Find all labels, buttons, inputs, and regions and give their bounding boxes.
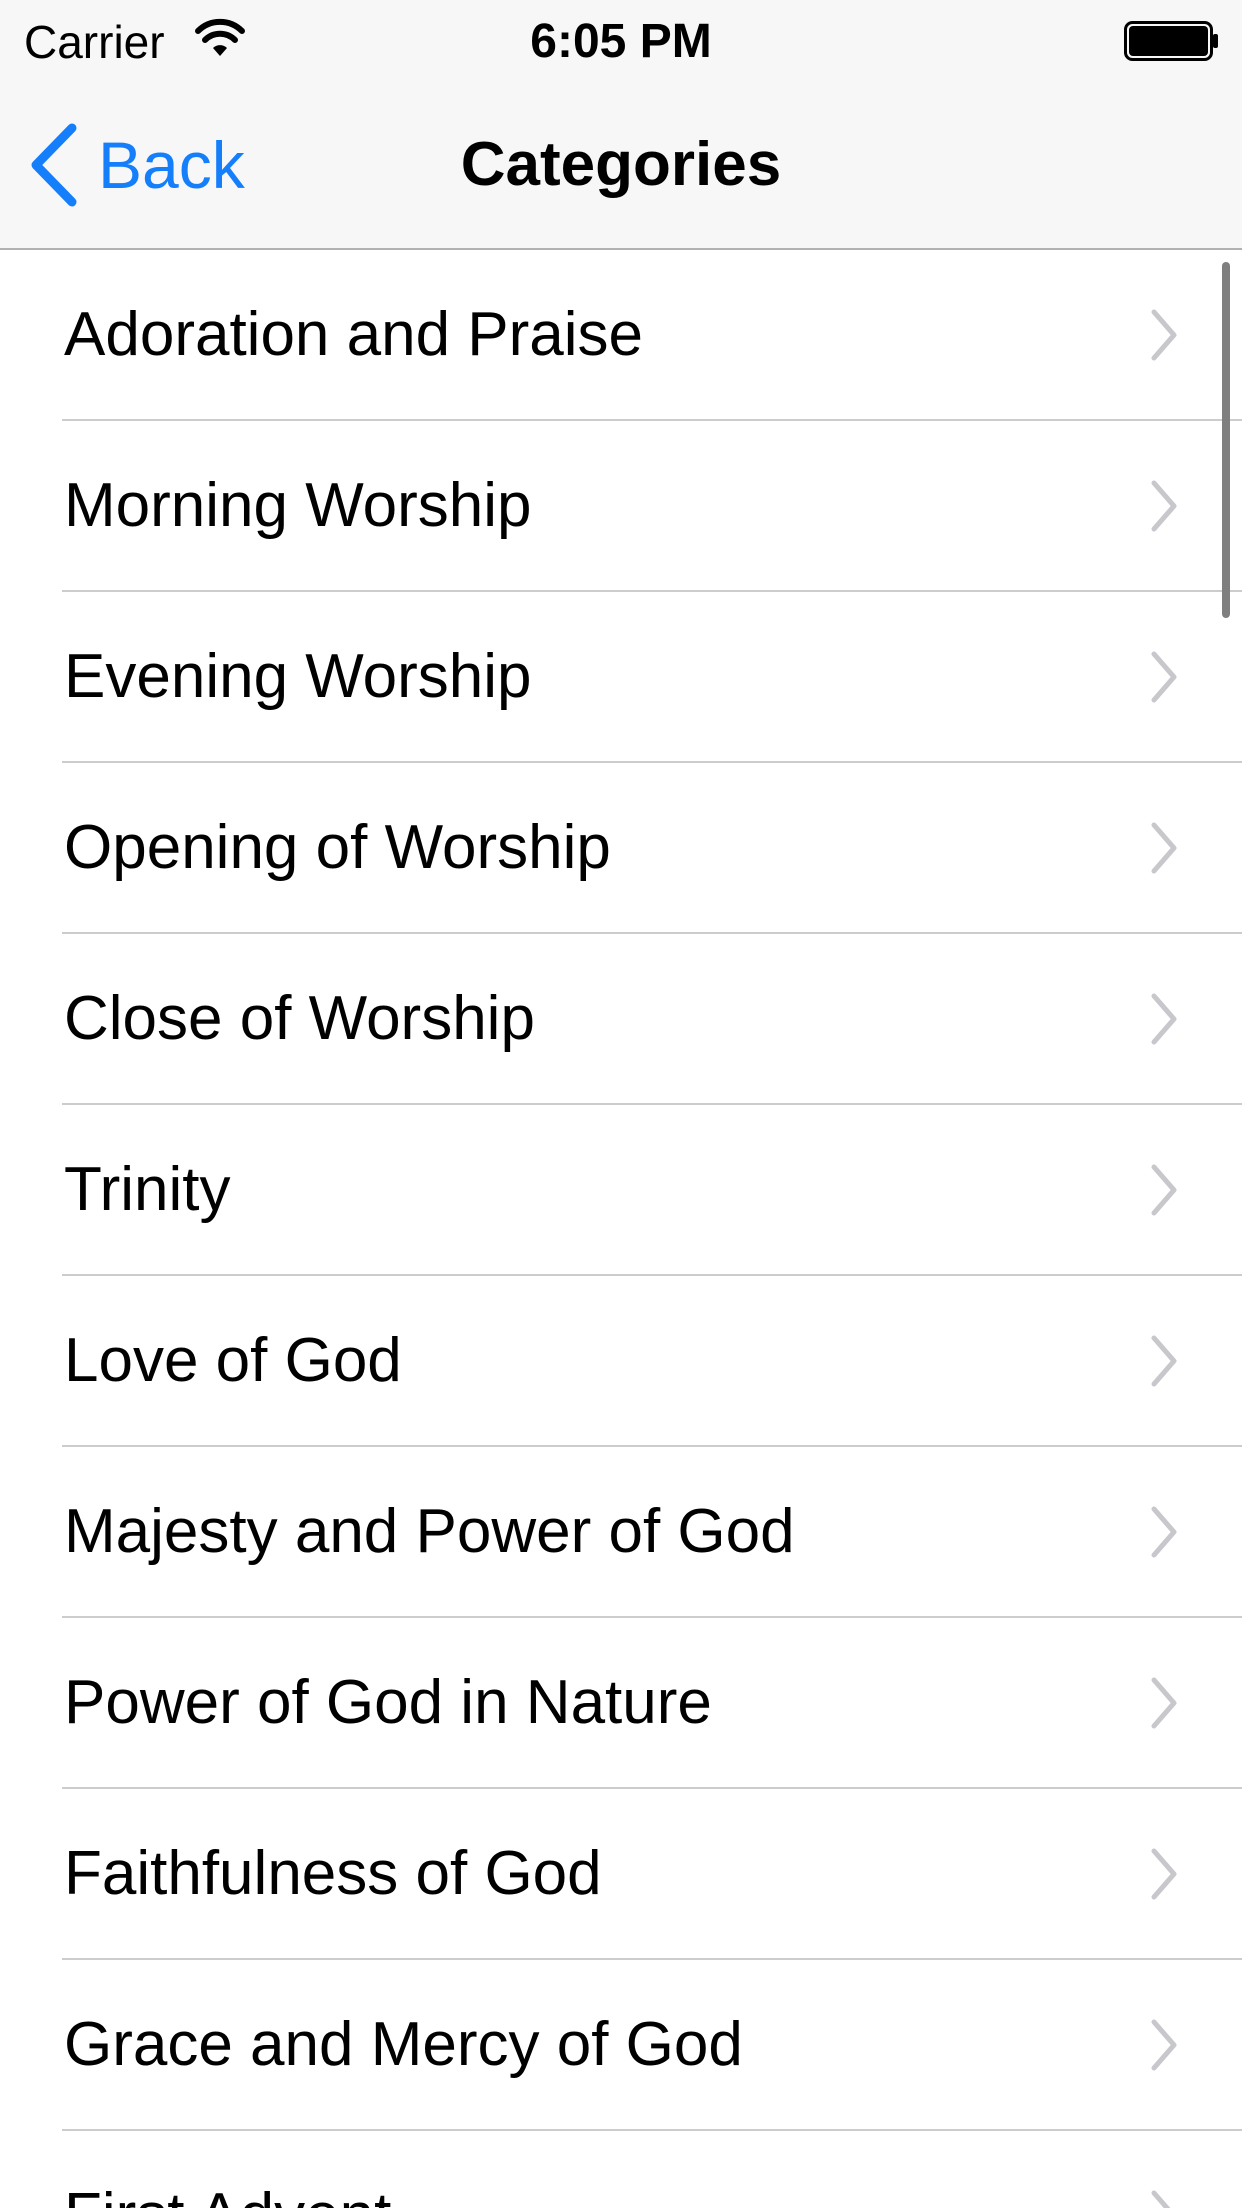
- list-item[interactable]: Morning Worship: [0, 421, 1242, 592]
- list-item-label: First Advent: [64, 2131, 391, 2208]
- list-item[interactable]: Faithfulness of God: [0, 1789, 1242, 1960]
- list-item[interactable]: Power of God in Nature: [0, 1618, 1242, 1789]
- chevron-right-icon: [1151, 1335, 1177, 1387]
- list-item[interactable]: Opening of Worship: [0, 763, 1242, 934]
- status-bar: Carrier 6:05 PM: [0, 0, 1242, 84]
- list-item-label: Close of Worship: [64, 984, 535, 1053]
- list-item[interactable]: First Advent: [0, 2131, 1242, 2208]
- chevron-right-icon: [1151, 993, 1177, 1045]
- list-item[interactable]: Trinity: [0, 1105, 1242, 1276]
- list-item-label: Evening Worship: [64, 642, 532, 711]
- list-item[interactable]: Grace and Mercy of God: [0, 1960, 1242, 2131]
- chevron-right-icon: [1151, 1848, 1177, 1900]
- chevron-right-icon: [1151, 309, 1177, 361]
- battery-icon: [1124, 21, 1218, 61]
- list-item[interactable]: Majesty and Power of God: [0, 1447, 1242, 1618]
- list-item-label: Opening of Worship: [64, 813, 611, 882]
- list-item-label: Grace and Mercy of God: [64, 2010, 743, 2079]
- scroll-indicator[interactable]: [1222, 262, 1230, 618]
- list-item-label: Adoration and Praise: [64, 300, 644, 369]
- chevron-right-icon: [1151, 2019, 1177, 2071]
- chevron-right-icon: [1151, 822, 1177, 874]
- page-title: Categories: [460, 130, 782, 199]
- list-item-label: Morning Worship: [64, 471, 532, 540]
- list-item[interactable]: Close of Worship: [0, 934, 1242, 1105]
- chevron-right-icon: [1151, 1677, 1177, 1729]
- list-item-label: Faithfulness of God: [64, 1839, 602, 1908]
- category-list[interactable]: Adoration and Praise Morning Worship Eveni…: [0, 250, 1242, 2208]
- list-item-label: Majesty and Power of God: [64, 1497, 795, 1566]
- status-time: 6:05 PM: [530, 15, 712, 68]
- list-item[interactable]: Evening Worship: [0, 592, 1242, 763]
- chevron-right-icon: [1151, 1164, 1177, 1216]
- chevron-right-icon: [1151, 651, 1177, 703]
- chevron-right-icon: [1151, 480, 1177, 532]
- list-item[interactable]: Adoration and Praise: [0, 250, 1242, 421]
- chevron-right-icon: [1151, 1506, 1177, 1558]
- list-item-label: Love of God: [64, 1326, 402, 1395]
- navigation-bar: Back Categories: [0, 84, 1242, 250]
- chevron-right-icon: [1151, 2190, 1171, 2208]
- list-item[interactable]: Love of God: [0, 1276, 1242, 1447]
- list-item-label: Power of God in Nature: [64, 1668, 712, 1737]
- list-item-label: Trinity: [64, 1155, 231, 1224]
